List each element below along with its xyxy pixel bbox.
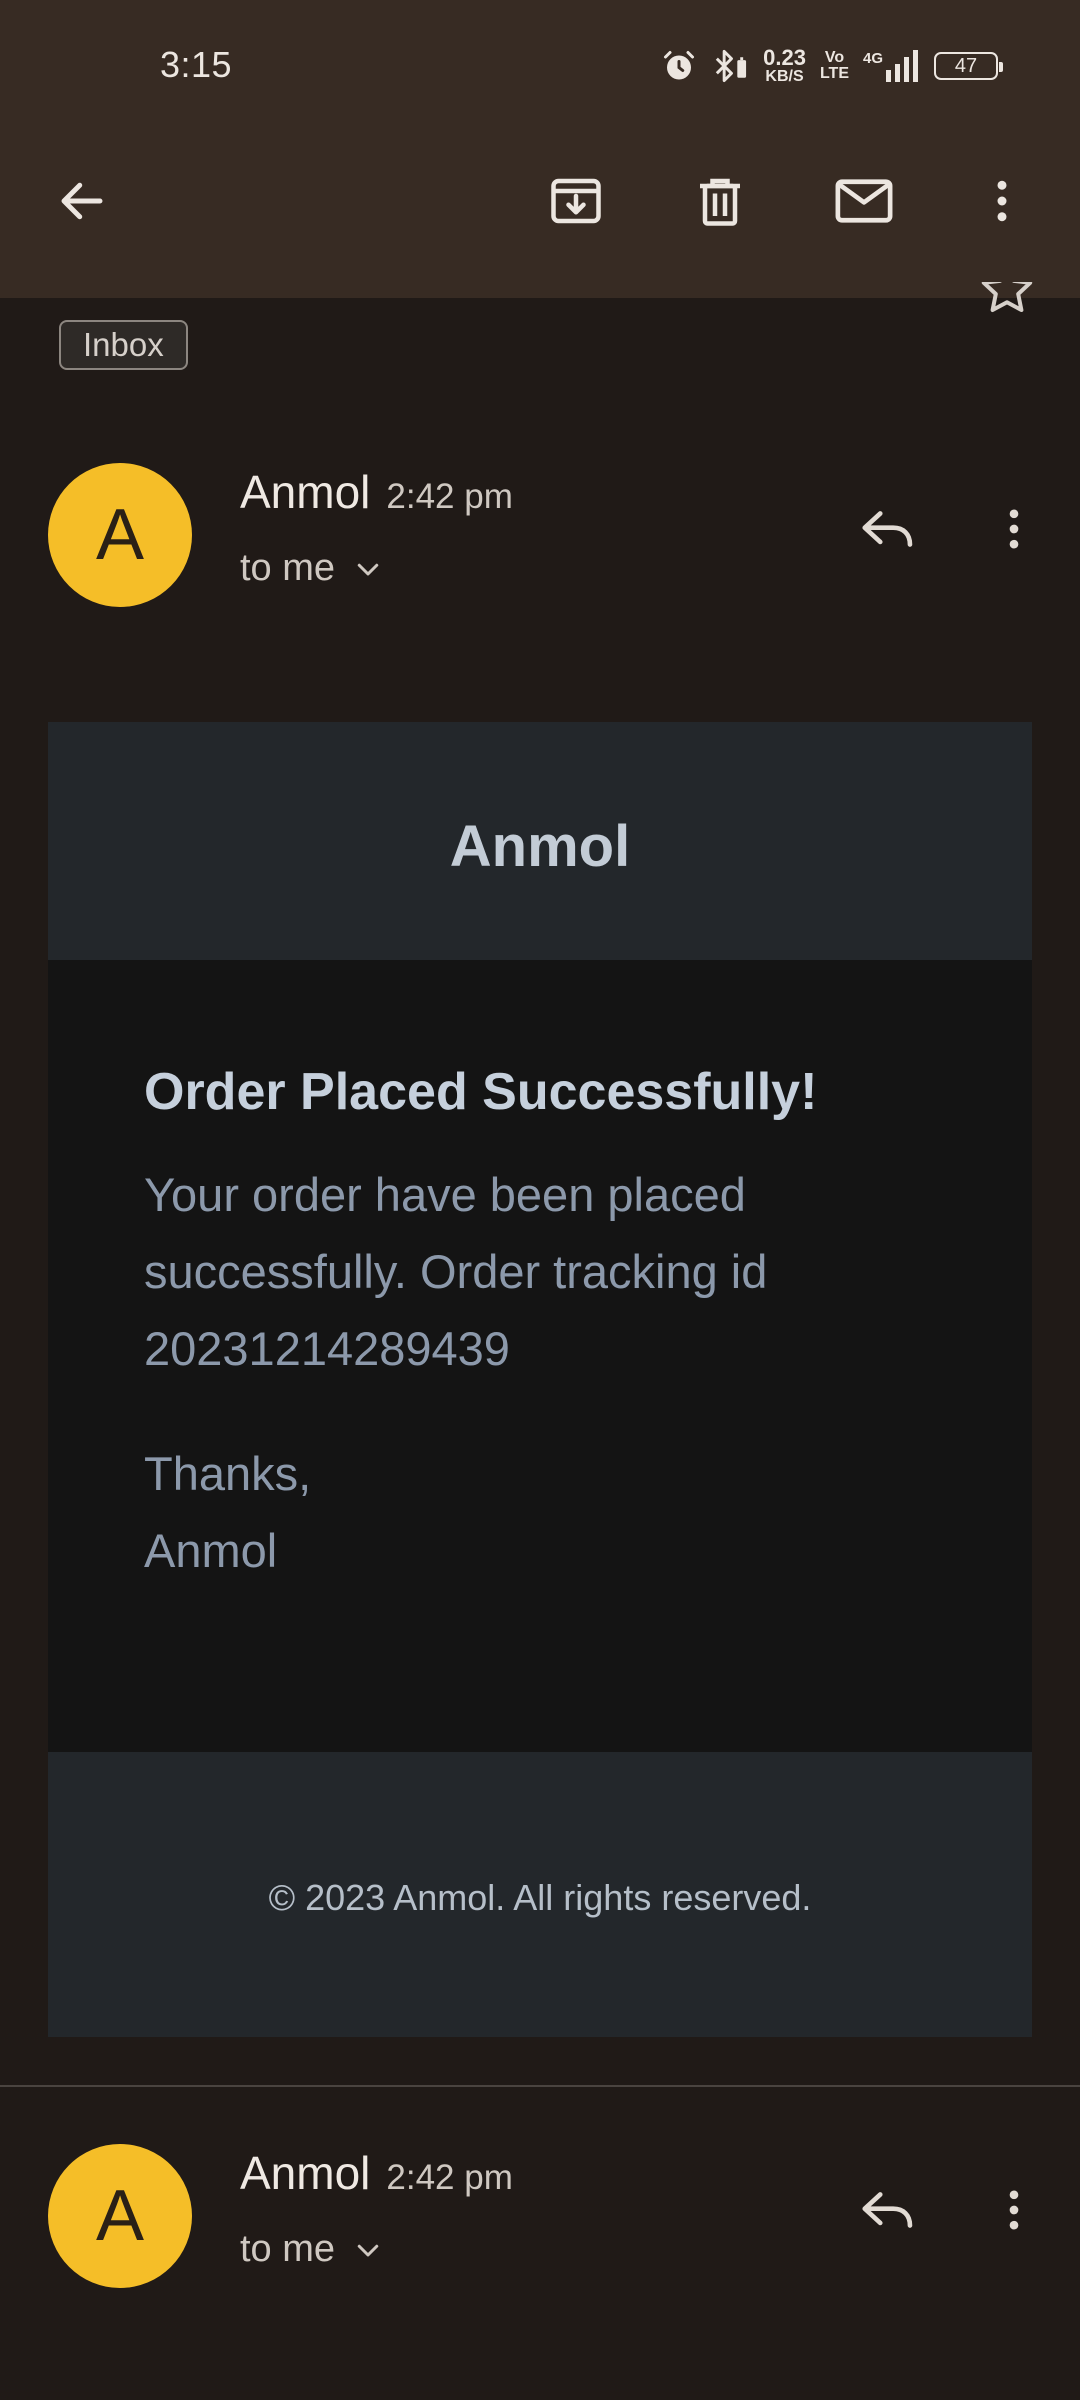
message-time: 2:42 pm [386, 477, 513, 516]
network-speed-value: 0.23 [763, 45, 806, 70]
email-copyright: © 2023 Anmol. All rights reserved. [268, 1876, 812, 1918]
recipient-text: to me [240, 547, 336, 589]
email-content: Anmol Order Placed Successfully! Your or… [48, 722, 1032, 2037]
more-vert-icon [1009, 509, 1019, 549]
email-footer: © 2023 Anmol. All rights reserved. [48, 1752, 1032, 2037]
status-bar: 3:15 0.23 KB/S Vo LTE 4G 47 [0, 0, 1080, 135]
recipient-details-toggle[interactable]: to me [240, 547, 383, 590]
avatar[interactable]: A [48, 463, 192, 607]
inbox-label-chip[interactable]: Inbox [59, 320, 188, 370]
more-options-button[interactable] [954, 153, 1050, 249]
back-button[interactable] [34, 153, 130, 249]
chevron-down-icon [357, 2244, 379, 2256]
archive-icon [551, 178, 601, 224]
reply-button[interactable] [840, 2162, 936, 2258]
delete-button[interactable] [672, 153, 768, 249]
network-speed-unit: KB/S [765, 68, 804, 85]
sender-line: Anmol 2:42 pm [240, 465, 513, 519]
sender-line: Anmol 2:42 pm [240, 2146, 513, 2200]
chevron-down-icon [357, 563, 379, 575]
avatar-initial: A [95, 2176, 145, 2256]
battery-indicator: 47 [934, 52, 1003, 80]
back-arrow-icon [61, 182, 103, 220]
delete-icon [700, 178, 740, 226]
mark-unread-button[interactable] [816, 153, 912, 249]
mark-unread-icon [835, 179, 893, 223]
message-time: 2:42 pm [386, 2158, 513, 2197]
status-icons: 0.23 KB/S Vo LTE 4G 47 [661, 44, 1003, 88]
reply-icon [862, 2192, 913, 2228]
message-header[interactable]: A Anmol 2:42 pm to me [0, 463, 1080, 623]
battery-level: 47 [954, 54, 978, 77]
volte-top: Vo [824, 49, 845, 66]
network-speed: 0.23 KB/S [763, 47, 806, 85]
email-banner: Anmol [48, 722, 1032, 960]
avatar[interactable]: A [48, 2144, 192, 2288]
archive-button[interactable] [528, 153, 624, 249]
star-button[interactable] [975, 282, 1039, 322]
signal-indicator: 4G [863, 50, 920, 82]
alarm-icon [664, 51, 695, 80]
email-message: Your order have been placed successfully… [144, 1168, 768, 1375]
status-time: 3:15 [160, 44, 233, 85]
network-type: 4G [862, 50, 883, 67]
sender-name: Anmol [240, 2147, 371, 2199]
signal-bars-icon [886, 50, 918, 82]
bluetooth-icon [715, 49, 747, 83]
email-signature: Anmol [144, 1524, 278, 1577]
email-brand: Anmol [449, 813, 631, 879]
sender-name: Anmol [240, 466, 371, 518]
email-heading: Order Placed Successfully! [144, 1063, 818, 1121]
more-vert-icon [1009, 2190, 1019, 2230]
message-more-button[interactable] [966, 2162, 1062, 2258]
label-text: Inbox [83, 326, 164, 363]
message-header[interactable]: A Anmol 2:42 pm to me [0, 2144, 1080, 2304]
email-thanks: Thanks, [144, 1447, 312, 1500]
volte-bottom: LTE [819, 65, 849, 82]
recipient-details-toggle[interactable]: to me [240, 2228, 383, 2271]
email-body: Order Placed Successfully! Your order ha… [48, 960, 1032, 1752]
recipient-text: to me [240, 2228, 336, 2270]
avatar-initial: A [95, 495, 145, 575]
reply-button[interactable] [840, 481, 936, 577]
message-divider [0, 2085, 1080, 2087]
message-more-button[interactable] [966, 481, 1062, 577]
volte-indicator: Vo LTE [820, 50, 849, 82]
toolbar [0, 135, 1080, 270]
email-sign-off: Thanks, Anmol [144, 1435, 936, 1589]
star-icon [981, 282, 1033, 312]
reply-icon [862, 511, 913, 547]
top-app-area: 3:15 0.23 KB/S Vo LTE 4G 47 [0, 0, 1080, 298]
more-vert-icon [997, 180, 1007, 222]
